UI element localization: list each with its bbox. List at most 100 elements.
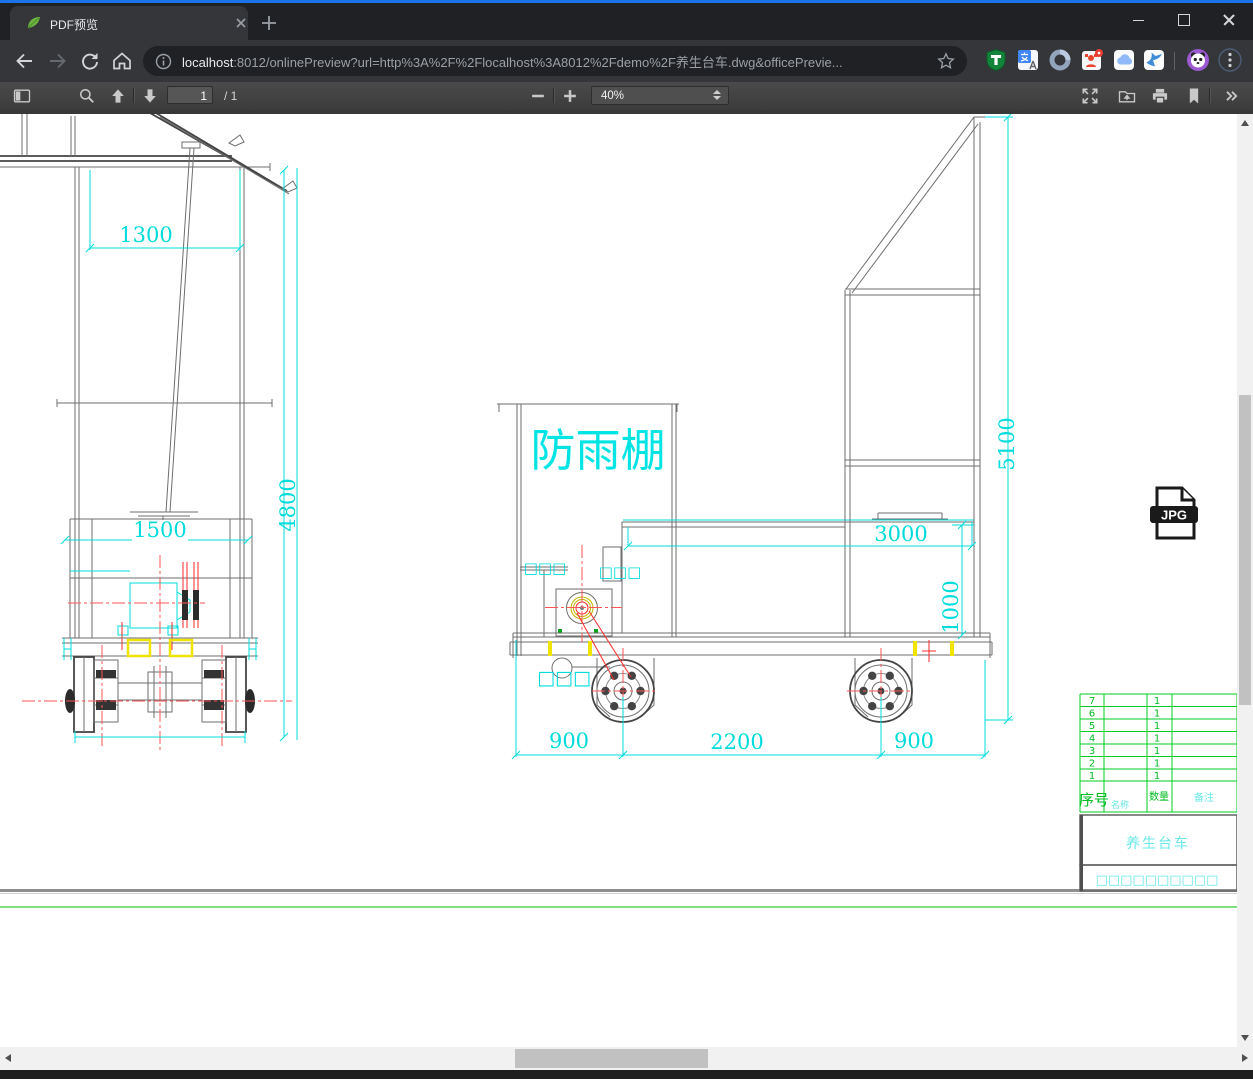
forward-icon[interactable] — [46, 49, 70, 73]
back-icon[interactable] — [12, 49, 36, 73]
equipment-label-2: □□□ — [599, 563, 642, 581]
browser-menu-icon[interactable] — [1218, 48, 1242, 72]
page-number-input[interactable]: 1 — [167, 86, 213, 104]
tampermonkey-extension-icon[interactable] — [984, 48, 1008, 72]
browser-window: { "browser": { "tab": {"title": "PDF预览"}… — [0, 0, 1253, 1079]
window-close-button[interactable] — [1214, 11, 1244, 29]
reload-icon[interactable] — [78, 49, 102, 73]
bom-no-7: 7 — [1089, 696, 1095, 707]
tab-close-icon[interactable] — [232, 14, 250, 32]
bom-qty-1: 1 — [1154, 771, 1160, 782]
translate-extension-icon[interactable] — [1016, 48, 1040, 72]
url-host: localhost — [182, 54, 234, 70]
extensions-separator — [1174, 52, 1175, 70]
title-block-code: □□□□□□□□□□ — [1096, 873, 1219, 888]
home-icon[interactable] — [110, 49, 134, 73]
shelter-label: 防雨棚 — [530, 424, 665, 477]
jpg-file-icon: JPG — [1150, 486, 1198, 540]
presentation-mode-icon[interactable] — [1079, 86, 1101, 106]
bom-no-6: 6 — [1089, 709, 1095, 720]
print-icon[interactable] — [1149, 86, 1171, 106]
zoom-out-icon[interactable] — [527, 86, 549, 106]
more-tools-chevron-icon[interactable] — [1221, 86, 1243, 106]
pdf-page-canvas: 1300 4800 1500 防雨棚 □□□ □□□ □□□ 3000 1000… — [0, 114, 1253, 1079]
bom-header-qty: 数量 — [1149, 790, 1169, 803]
zoom-select-spinner-icon — [713, 90, 721, 100]
dim-3000: 3000 — [874, 522, 927, 546]
bom-header-note: 备注 — [1194, 791, 1214, 804]
vertical-scrollbar[interactable] — [1237, 114, 1253, 1047]
bookmark-star-icon[interactable] — [937, 52, 955, 70]
sidebar-toggle-icon[interactable] — [11, 86, 33, 106]
sheet-edge-lines — [0, 889, 1253, 908]
zoom-value: 40% — [601, 90, 625, 102]
bom-no-2: 2 — [1089, 759, 1095, 770]
title-block-name: 养生台车 — [1126, 835, 1190, 852]
profile-avatar[interactable] — [1186, 48, 1210, 72]
equipment-label-3: □□□ — [537, 667, 591, 689]
tab-strip: PDF预览 — [0, 3, 1253, 40]
bom-header-no: 序号 — [1079, 791, 1109, 809]
red-badge-extension-icon[interactable] — [1080, 48, 1104, 72]
bom-qty-5: 1 — [1154, 721, 1160, 732]
jpg-label: JPG — [1161, 508, 1187, 523]
dim-1000: 1000 — [939, 580, 963, 633]
dim-2200: 2200 — [710, 730, 763, 754]
next-page-icon[interactable] — [139, 86, 161, 106]
dim-1500: 1500 — [133, 518, 186, 542]
bom-no-1: 1 — [1089, 771, 1095, 782]
search-icon[interactable] — [76, 86, 98, 106]
open-file-icon[interactable] — [1116, 86, 1138, 106]
address-bar[interactable]: localhost:8012/onlinePreview?url=http%3A… — [143, 46, 967, 76]
dim-5100: 5100 — [995, 417, 1019, 470]
new-tab-button[interactable] — [258, 12, 280, 34]
bom-no-5: 5 — [1089, 721, 1095, 732]
page-nav-separator — [133, 88, 134, 103]
bom-no-4: 4 — [1089, 734, 1095, 745]
spring-leaf-favicon — [27, 17, 40, 29]
bom-qty-2: 1 — [1154, 759, 1160, 770]
bom-header-name: 名称 — [1111, 799, 1129, 811]
scroll-down-arrow-icon[interactable] — [1241, 1035, 1249, 1041]
pdf-toolbar: 1 / 1 40% — [0, 82, 1253, 114]
dim-1300: 1300 — [119, 223, 172, 247]
dim-900-left: 900 — [549, 729, 589, 753]
url-path: :8012/onlinePreview?url=http%3A%2F%2Floc… — [233, 54, 843, 70]
zoom-in-icon[interactable] — [559, 86, 581, 106]
dim-4800: 4800 — [276, 478, 300, 531]
page-count-label: / 1 — [224, 89, 238, 103]
page-info-icon[interactable] — [155, 53, 172, 70]
zoom-separator — [553, 88, 554, 103]
cloud-extension-icon[interactable] — [1112, 48, 1136, 72]
equipment-label-1: □□□ — [524, 559, 567, 577]
horizontal-scrollbar-thumb[interactable] — [515, 1049, 708, 1068]
left-view — [0, 114, 298, 752]
zoom-select[interactable]: 40% — [591, 86, 729, 105]
tab-pdf-preview[interactable]: PDF预览 — [10, 6, 248, 40]
scroll-right-arrow-icon[interactable] — [1242, 1054, 1248, 1062]
bom-qty-6: 1 — [1154, 709, 1160, 720]
previous-page-icon[interactable] — [107, 86, 129, 106]
window-minimize-button[interactable] — [1123, 11, 1153, 29]
bookmark-view-icon[interactable] — [1183, 86, 1205, 106]
cad-drawing: 1300 4800 1500 防雨棚 □□□ □□□ □□□ 3000 1000… — [0, 114, 1253, 908]
url-text[interactable]: localhost:8012/onlinePreview?url=http%3A… — [182, 52, 922, 71]
tools-separator — [1209, 88, 1210, 103]
title-block: 7 6 5 4 3 2 1 1 1 1 1 1 1 1 序号 名称 数量 备注 — [1079, 693, 1238, 892]
bom-qty-3: 1 — [1154, 746, 1160, 757]
donut-extension-icon[interactable] — [1048, 48, 1072, 72]
bom-no-3: 3 — [1089, 746, 1095, 757]
window-maximize-button[interactable] — [1169, 11, 1199, 29]
side-view: 防雨棚 □□□ □□□ □□□ — [497, 116, 993, 737]
dim-900-right: 900 — [894, 729, 934, 753]
scroll-left-arrow-icon[interactable] — [5, 1054, 11, 1062]
bom-qty-4: 1 — [1154, 734, 1160, 745]
horizontal-scrollbar[interactable] — [0, 1047, 1253, 1070]
window-bottom-edge — [0, 1070, 1253, 1079]
bom-qty-7: 1 — [1154, 696, 1160, 707]
bird-extension-icon[interactable] — [1142, 48, 1166, 72]
tab-title: PDF预览 — [50, 18, 99, 32]
scroll-up-arrow-icon[interactable] — [1241, 120, 1249, 126]
vertical-scrollbar-thumb[interactable] — [1239, 395, 1251, 705]
browser-toolbar: localhost:8012/onlinePreview?url=http%3A… — [0, 40, 1253, 82]
